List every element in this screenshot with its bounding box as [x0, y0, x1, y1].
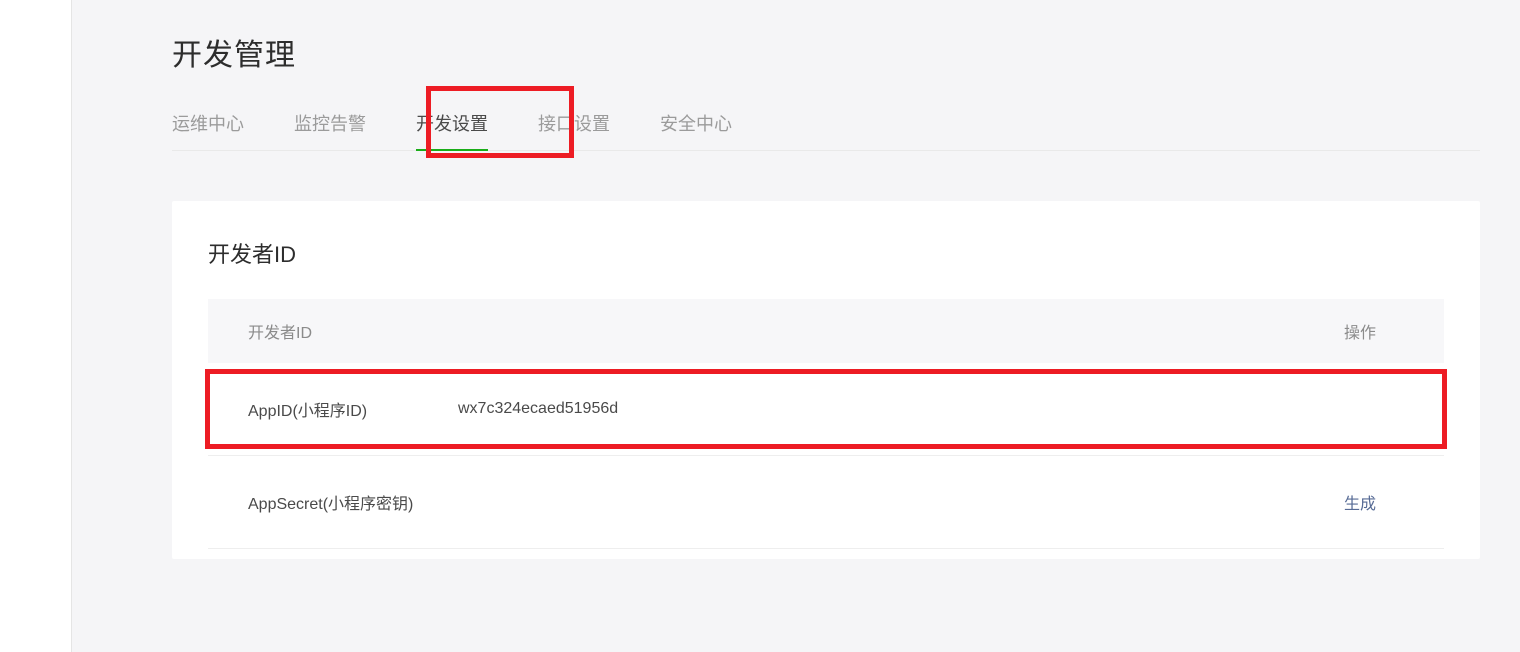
tab-dev-settings[interactable]: 开发设置	[416, 102, 488, 150]
tabs-wrapper: 运维中心 监控告警 开发设置 接口设置 安全中心	[172, 102, 1480, 151]
main-content: 开发管理 运维中心 监控告警 开发设置 接口设置 安全中心 开发者ID 开发者I…	[72, 0, 1520, 652]
generate-button[interactable]: 生成	[1344, 496, 1376, 513]
left-sidebar	[0, 0, 72, 652]
tab-ops-center[interactable]: 运维中心	[172, 102, 244, 150]
appid-value: wx7c324ecaed51956d	[458, 400, 1344, 418]
tab-security-center[interactable]: 安全中心	[660, 102, 732, 150]
developer-id-card: 开发者ID 开发者ID 操作 AppID(小程序ID) wx7c324ecaed…	[172, 201, 1480, 559]
page-title: 开发管理	[172, 30, 1480, 74]
card-title: 开发者ID	[208, 237, 1444, 269]
table-row-appid: AppID(小程序ID) wx7c324ecaed51956d	[208, 363, 1444, 456]
appid-label: AppID(小程序ID)	[248, 397, 458, 421]
column-header-id: 开发者ID	[248, 319, 1344, 343]
tab-monitor-alert[interactable]: 监控告警	[294, 102, 366, 150]
column-header-action: 操作	[1344, 319, 1404, 343]
appsecret-action: 生成	[1344, 490, 1404, 514]
tabs: 运维中心 监控告警 开发设置 接口设置 安全中心	[172, 102, 1480, 151]
tab-api-settings[interactable]: 接口设置	[538, 102, 610, 150]
table-row-appsecret: AppSecret(小程序密钥) 生成	[208, 456, 1444, 549]
table-header: 开发者ID 操作	[208, 299, 1444, 363]
page-wrapper: 开发管理 运维中心 监控告警 开发设置 接口设置 安全中心 开发者ID 开发者I…	[0, 0, 1520, 652]
appsecret-label: AppSecret(小程序密钥)	[248, 490, 458, 514]
